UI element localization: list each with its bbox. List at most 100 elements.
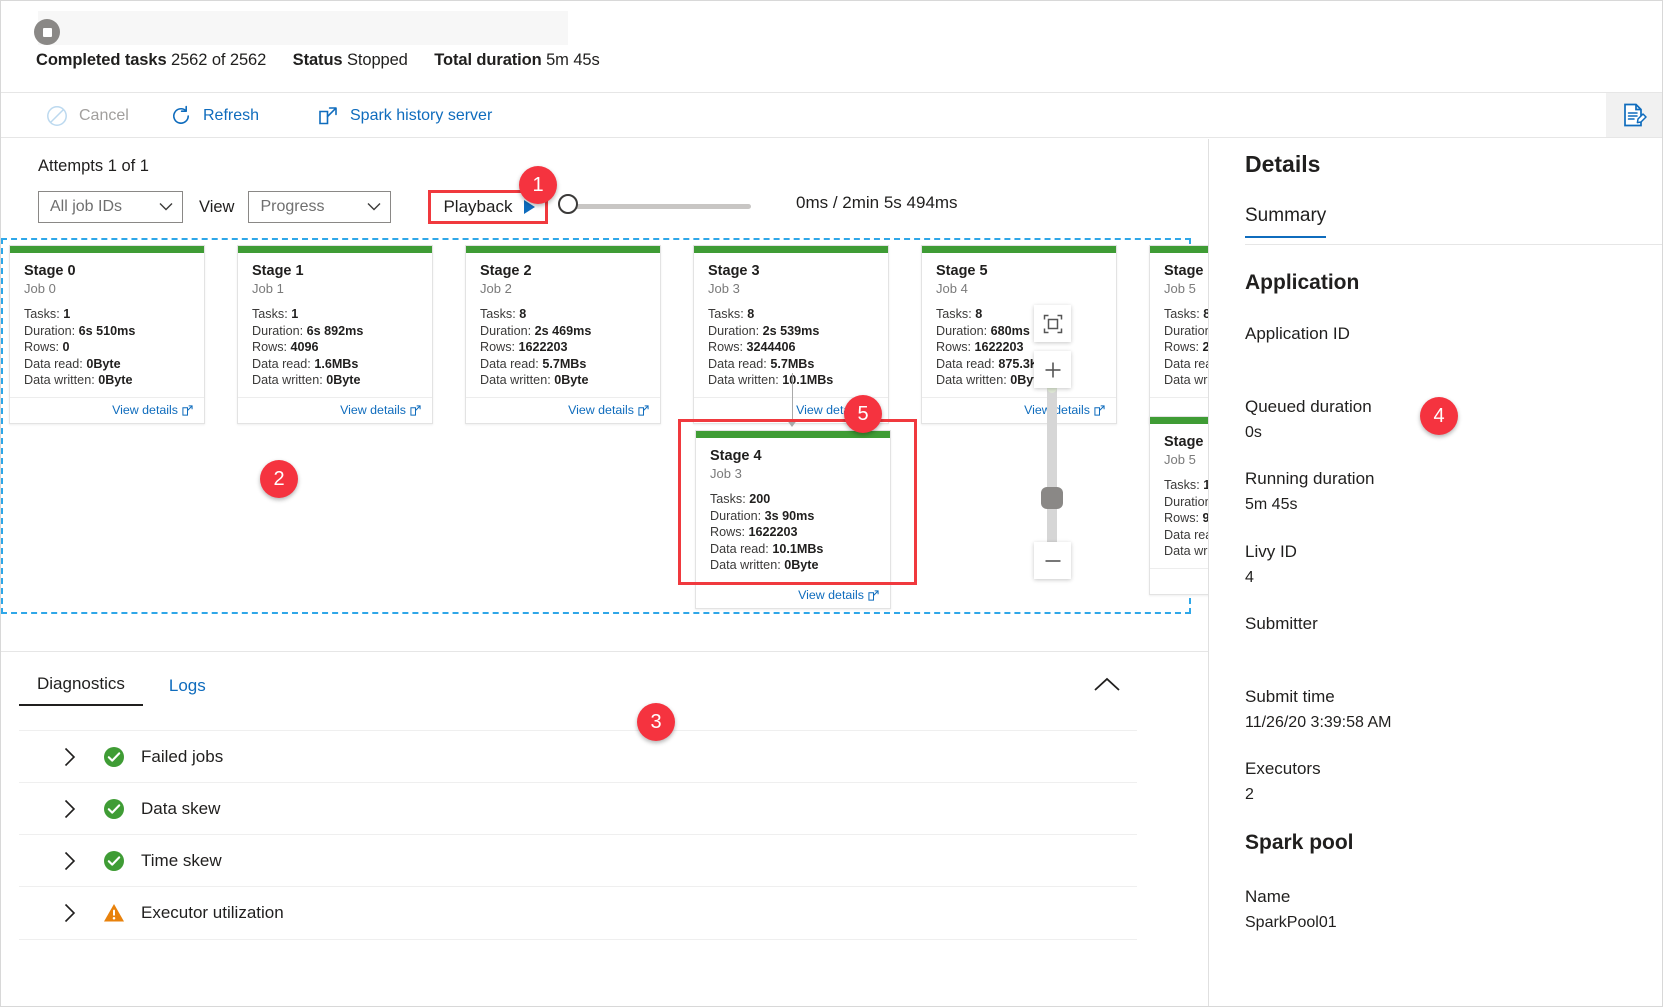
- data-read-value: 0Byte: [86, 356, 121, 371]
- stage-status-bar: [922, 246, 1116, 253]
- rows-label: Rows:: [936, 340, 971, 354]
- view-details-link[interactable]: View details: [798, 588, 879, 602]
- view-details-link[interactable]: View details: [340, 403, 421, 417]
- stage-card[interactable]: Stage 2 Job 2 Tasks: 8 Duration: 2s 469m…: [465, 245, 661, 424]
- details-title: Details: [1245, 151, 1321, 177]
- data-written-value: 0Byte: [326, 373, 361, 387]
- stage-title: Stage 7: [1164, 434, 1208, 450]
- tab-summary[interactable]: Summary: [1245, 205, 1327, 238]
- tab-logs[interactable]: Logs: [151, 670, 224, 706]
- stage-card[interactable]: Stage 1 Job 1 Tasks: 1 Duration: 6s 892m…: [237, 245, 433, 424]
- view-details-label: View details: [798, 588, 864, 602]
- diagnostic-row-failed-jobs[interactable]: Failed jobs: [19, 730, 1137, 783]
- chevron-right-icon[interactable]: [57, 799, 83, 819]
- zoom-slider-handle[interactable]: [1041, 487, 1063, 509]
- slider-handle[interactable]: [558, 194, 578, 214]
- duration-value: 2s 539ms: [762, 323, 820, 338]
- tasks-label: Tasks:: [24, 307, 60, 321]
- rows-value: 1622203: [974, 340, 1024, 354]
- refresh-button[interactable]: Refresh: [169, 93, 259, 138]
- notes-icon[interactable]: [1606, 93, 1662, 138]
- zoom-slider-track[interactable]: [1047, 379, 1057, 549]
- data-read-label: Data read:: [252, 356, 311, 371]
- status-value: Stopped: [346, 51, 408, 69]
- data-written-label: Data written:: [1164, 373, 1208, 387]
- stage-job: Job 1: [252, 281, 284, 296]
- chevron-right-icon[interactable]: [57, 903, 83, 923]
- status-summary: Completed tasks 2562 of 2562 Status Stop…: [36, 51, 622, 70]
- external-link-icon: [410, 404, 421, 416]
- attempts-label: Attempts 1 of 1: [38, 157, 149, 175]
- spark-history-server-button[interactable]: Spark history server: [316, 93, 492, 138]
- diagnostic-row-time-skew[interactable]: Time skew: [19, 834, 1137, 887]
- submit-time-value: 11/26/20 3:39:58 AM: [1245, 714, 1392, 731]
- graph-canvas[interactable]: Stage 0 Job 0 Tasks: 1 Duration: 6s 510m…: [1, 238, 1208, 614]
- tasks-value: 8: [747, 307, 755, 321]
- cancel-label: Cancel: [79, 106, 129, 124]
- total-duration-label: Total duration: [434, 51, 542, 69]
- completed-tasks-label: Completed tasks: [36, 51, 167, 69]
- stage-card[interactable]: Stage 5 Job 4 Tasks: 8 Duration: 680ms R…: [921, 245, 1117, 424]
- external-link-icon: [868, 589, 879, 601]
- spark-pool-section-header: Spark pool: [1245, 831, 1354, 854]
- cancel-button[interactable]: Cancel: [45, 93, 129, 138]
- chevron-right-icon[interactable]: [57, 747, 83, 767]
- tasks-label: Tasks:: [708, 307, 744, 321]
- duration-value: 2s 469ms: [534, 323, 592, 338]
- view-details-link[interactable]: View details: [568, 403, 649, 417]
- collapse-button[interactable]: [1093, 676, 1121, 699]
- stage-status-bar: [238, 246, 432, 253]
- tasks-label: Tasks:: [1164, 478, 1200, 492]
- duration-label: Duration:: [1164, 323, 1208, 338]
- data-written-label: Data written:: [1164, 544, 1208, 558]
- details-divider: [1245, 244, 1662, 245]
- duration-label: Duration:: [480, 323, 532, 338]
- queued-duration-value: 0s: [1245, 424, 1262, 441]
- stage-card[interactable]: Stage 6 Job 5 Tasks: 8 Duration: 2s 110m…: [1149, 245, 1208, 424]
- application-section-header: Application: [1245, 271, 1360, 294]
- tasks-label: Tasks:: [936, 307, 972, 321]
- livy-id-label: Livy ID: [1245, 542, 1297, 561]
- spark-history-label: Spark history server: [350, 106, 493, 124]
- playback-slider[interactable]: [558, 194, 751, 214]
- playback-label: Playback: [443, 197, 513, 216]
- queued-duration-label: Queued duration: [1245, 397, 1372, 416]
- chevron-right-icon[interactable]: [57, 851, 83, 871]
- zoom-in-icon: [1045, 362, 1060, 377]
- rows-value: 0: [62, 340, 70, 354]
- diagnostic-row-data-skew[interactable]: Data skew: [19, 782, 1137, 835]
- check-circle-icon: [103, 746, 125, 768]
- running-duration-label: Running duration: [1245, 469, 1375, 488]
- duration-label: Duration:: [252, 323, 304, 338]
- chevron-up-icon: [1094, 677, 1120, 691]
- rows-label: Rows:: [24, 340, 59, 354]
- chevron-down-icon: [367, 200, 381, 214]
- status-label: Status: [292, 51, 343, 69]
- diagnostic-row-executor-utilization[interactable]: Executor utilization: [19, 886, 1137, 940]
- executors-value: 2: [1245, 786, 1254, 803]
- zoom-in-button[interactable]: [1034, 351, 1071, 388]
- duration-label: Duration:: [24, 323, 76, 338]
- view-mode-dropdown[interactable]: Progress: [248, 191, 392, 223]
- job-id-filter-dropdown[interactable]: All job IDs: [38, 191, 183, 223]
- view-mode-value: Progress: [260, 198, 325, 215]
- data-read-value: 1.6MBs: [314, 356, 359, 371]
- stage-job: Job 4: [936, 281, 968, 296]
- zoom-out-button[interactable]: [1034, 542, 1071, 579]
- stage-title: Stage 2: [480, 263, 532, 279]
- view-label: View: [199, 197, 235, 216]
- rows-label: Rows:: [252, 340, 287, 354]
- view-details-link[interactable]: View details: [112, 403, 193, 417]
- stage-card[interactable]: Stage 0 Job 0 Tasks: 1 Duration: 6s 510m…: [9, 245, 205, 424]
- tab-diagnostics[interactable]: Diagnostics: [19, 668, 143, 706]
- duration-value: 6s 892ms: [306, 323, 364, 338]
- diagnostic-label: Data skew: [141, 799, 221, 818]
- stage-card[interactable]: Stage 7 Job 5 Tasks: 100 Duration: 1s 84…: [1149, 416, 1208, 595]
- fit-to-screen-button[interactable]: [1034, 305, 1071, 342]
- spark-pool-name-value: SparkPool01: [1245, 914, 1337, 931]
- data-written-label: Data written:: [936, 373, 1007, 387]
- callout-marker-1: 1: [519, 166, 557, 204]
- view-details-link[interactable]: View details: [1024, 403, 1105, 417]
- data-written-value: 0Byte: [554, 373, 589, 387]
- rows-label: Rows:: [480, 340, 515, 354]
